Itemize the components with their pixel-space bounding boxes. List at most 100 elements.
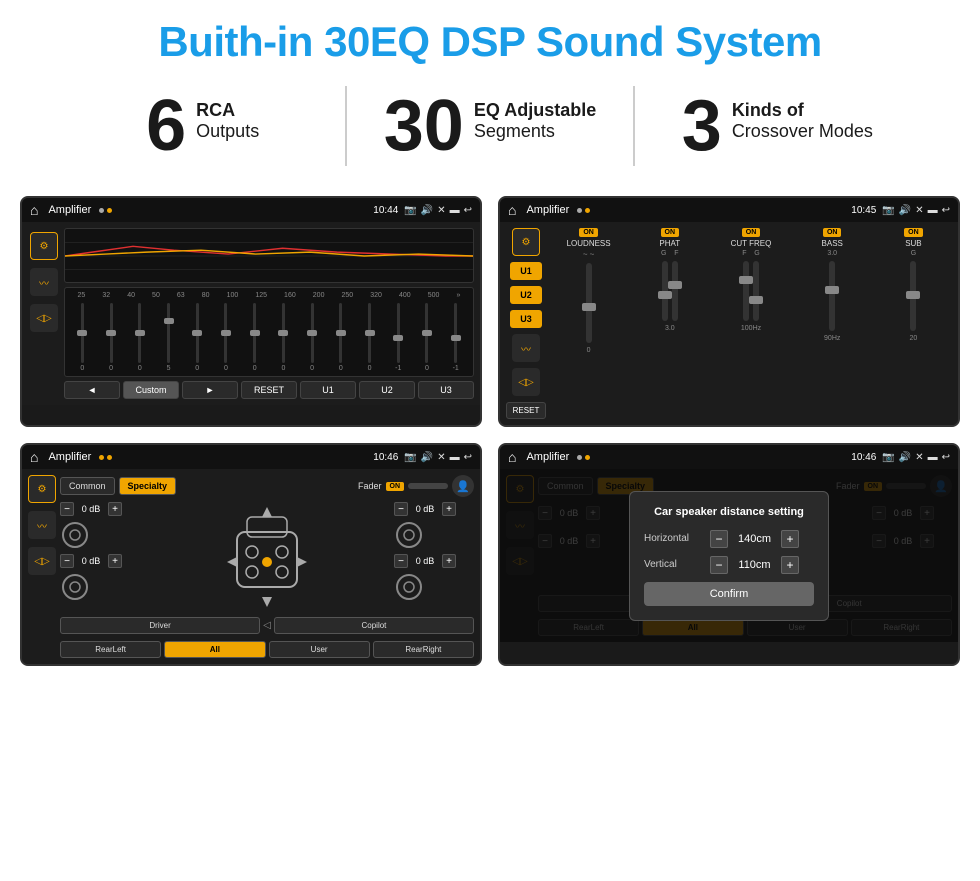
eq-slider-500[interactable]: -1 <box>442 303 469 372</box>
cross-content-area: − 0 dB + − 0 dB <box>60 502 474 612</box>
cross-minus-4[interactable]: − <box>394 554 408 568</box>
dot1 <box>99 208 104 213</box>
eq-slider-200[interactable]: 0 <box>327 303 354 372</box>
cross-wave-icon[interactable]: 〰 <box>28 511 56 539</box>
cross-filter-icon[interactable]: ⚙ <box>28 475 56 503</box>
amp-screen-frame: ⌂ Amplifier 10:45 📷 🔊 ✕ ▬ ↩ ⚙ U1 U2 <box>498 196 960 427</box>
cross-minus-2[interactable]: − <box>60 554 74 568</box>
amp-speaker-icon[interactable]: ◁▷ <box>512 368 540 396</box>
cross-minus-1[interactable]: − <box>60 502 74 516</box>
dialog-status-bar: ⌂ Amplifier 10:46 📷 🔊 ✕ ▬ ↩ <box>500 445 958 469</box>
eq-slider-160[interactable]: 0 <box>299 303 326 372</box>
cross-back-icon[interactable]: ↩ <box>464 452 472 463</box>
eq-slider-50[interactable]: 5 <box>155 303 182 372</box>
cross-fader-slider[interactable] <box>408 483 448 489</box>
cross-minimize-icon: ▬ <box>450 452 460 463</box>
amp-loudness-slider[interactable] <box>586 263 592 343</box>
confirm-button[interactable]: Confirm <box>644 582 814 606</box>
dialog-back-icon[interactable]: ↩ <box>942 452 950 463</box>
cross-plus-4[interactable]: + <box>442 554 456 568</box>
back-icon[interactable]: ↩ <box>464 205 472 216</box>
cross-plus-3[interactable]: + <box>442 502 456 516</box>
stat-eq: 30 EQ Adjustable Segments <box>347 90 632 162</box>
cross-user-btn[interactable]: User <box>269 641 370 658</box>
amp-u1-btn[interactable]: U1 <box>510 262 542 280</box>
eq-custom-btn[interactable]: Custom <box>123 381 179 399</box>
amp-cutfreq-on[interactable]: ON <box>742 228 761 237</box>
amp-wave-icon[interactable]: 〰 <box>512 334 540 362</box>
cross-close-icon: ✕ <box>437 452 445 463</box>
cross-fader-on[interactable]: ON <box>386 482 405 491</box>
eq-slider-320[interactable]: -1 <box>385 303 412 372</box>
cross-plus-2[interactable]: + <box>108 554 122 568</box>
dialog-home-icon[interactable]: ⌂ <box>508 449 516 465</box>
cross-copilot-btn[interactable]: Copilot <box>274 617 474 634</box>
amp-loudness-on[interactable]: ON <box>579 228 598 237</box>
vertical-plus-btn[interactable]: + <box>781 556 799 574</box>
cross-car-visual <box>146 502 388 612</box>
eq-reset-btn[interactable]: RESET <box>241 381 297 399</box>
dialog-title: Car speaker distance setting <box>644 506 814 518</box>
cross-minus-3[interactable]: − <box>394 502 408 516</box>
horizontal-minus-btn[interactable]: − <box>710 530 728 548</box>
amp-loudness-col: ON LOUDNESS ~~ 0 <box>550 228 627 419</box>
cross-settings-icon[interactable]: 👤 <box>452 475 474 497</box>
amp-home-icon[interactable]: ⌂ <box>508 202 516 218</box>
eq-prev-btn[interactable]: ◄ <box>64 381 120 399</box>
amp-filter-icon[interactable]: ⚙ <box>512 228 540 256</box>
amp-u2-btn[interactable]: U2 <box>510 286 542 304</box>
amp-phat-slider-f[interactable] <box>672 261 678 321</box>
eq-slider-25[interactable]: 0 <box>69 303 96 372</box>
stat-label-eq-1: EQ Adjustable <box>474 100 596 121</box>
eq-speaker-icon[interactable]: ◁▷ <box>30 304 58 332</box>
eq-slider-80[interactable]: 0 <box>213 303 240 372</box>
eq-u3-btn[interactable]: U3 <box>418 381 474 399</box>
eq-filter-icon[interactable]: ⚙ <box>30 232 58 260</box>
horizontal-plus-btn[interactable]: + <box>781 530 799 548</box>
amp-cutfreq-slider-f[interactable] <box>743 261 749 321</box>
amp-reset-btn[interactable]: RESET <box>506 402 546 419</box>
cross-plus-1[interactable]: + <box>108 502 122 516</box>
home-icon[interactable]: ⌂ <box>30 202 38 218</box>
amp-sub-on[interactable]: ON <box>904 228 923 237</box>
eq-slider-32[interactable]: 0 <box>98 303 125 372</box>
vertical-minus-btn[interactable]: − <box>710 556 728 574</box>
eq-slider-250[interactable]: 0 <box>356 303 383 372</box>
eq-slider-40[interactable]: 0 <box>126 303 153 372</box>
cross-home-icon[interactable]: ⌂ <box>30 449 38 465</box>
cross-fader-row: Fader ON 👤 <box>358 475 474 497</box>
cross-db-val-4: 0 dB <box>411 556 439 566</box>
cross-driver-btn[interactable]: Driver <box>60 617 260 634</box>
amp-u3-btn[interactable]: U3 <box>510 310 542 328</box>
eq-u2-btn[interactable]: U2 <box>359 381 415 399</box>
amp-phat-slider-g[interactable] <box>662 261 668 321</box>
close-icon: ✕ <box>437 205 445 216</box>
cross-speaker-icon[interactable]: ◁▷ <box>28 547 56 575</box>
cross-app-title: Amplifier <box>48 451 91 463</box>
eq-graph <box>64 228 474 283</box>
amp-sub-slider[interactable] <box>910 261 916 331</box>
eq-slider-100[interactable]: 0 <box>241 303 268 372</box>
cross-left-panel: − 0 dB + − 0 dB <box>60 502 140 612</box>
cross-rearright-btn[interactable]: RearRight <box>373 641 474 658</box>
stat-label-cross-1: Kinds of <box>732 100 873 121</box>
eq-u1-btn[interactable]: U1 <box>300 381 356 399</box>
eq-wave-icon[interactable]: 〰 <box>30 268 58 296</box>
eq-slider-400[interactable]: 0 <box>414 303 441 372</box>
eq-slider-63[interactable]: 0 <box>184 303 211 372</box>
cross-rearleft-btn[interactable]: RearLeft <box>60 641 161 658</box>
page-title: Buith-in 30EQ DSP Sound System <box>0 0 980 76</box>
amp-bass-slider[interactable] <box>829 261 835 331</box>
amp-main: ON LOUDNESS ~~ 0 ON PHAT G F <box>550 228 952 419</box>
amp-bass-on[interactable]: ON <box>823 228 842 237</box>
cross-specialty-tab[interactable]: Specialty <box>119 477 177 495</box>
cross-all-btn[interactable]: All <box>164 641 265 658</box>
cross-common-tab[interactable]: Common <box>60 477 115 495</box>
dot4 <box>585 208 590 213</box>
amp-phat-on[interactable]: ON <box>661 228 680 237</box>
amp-back-icon[interactable]: ↩ <box>942 205 950 216</box>
amp-cutfreq-slider-g[interactable] <box>753 261 759 321</box>
dialog-minimize-icon: ▬ <box>928 452 938 463</box>
eq-play-btn[interactable]: ► <box>182 381 238 399</box>
eq-slider-125[interactable]: 0 <box>270 303 297 372</box>
